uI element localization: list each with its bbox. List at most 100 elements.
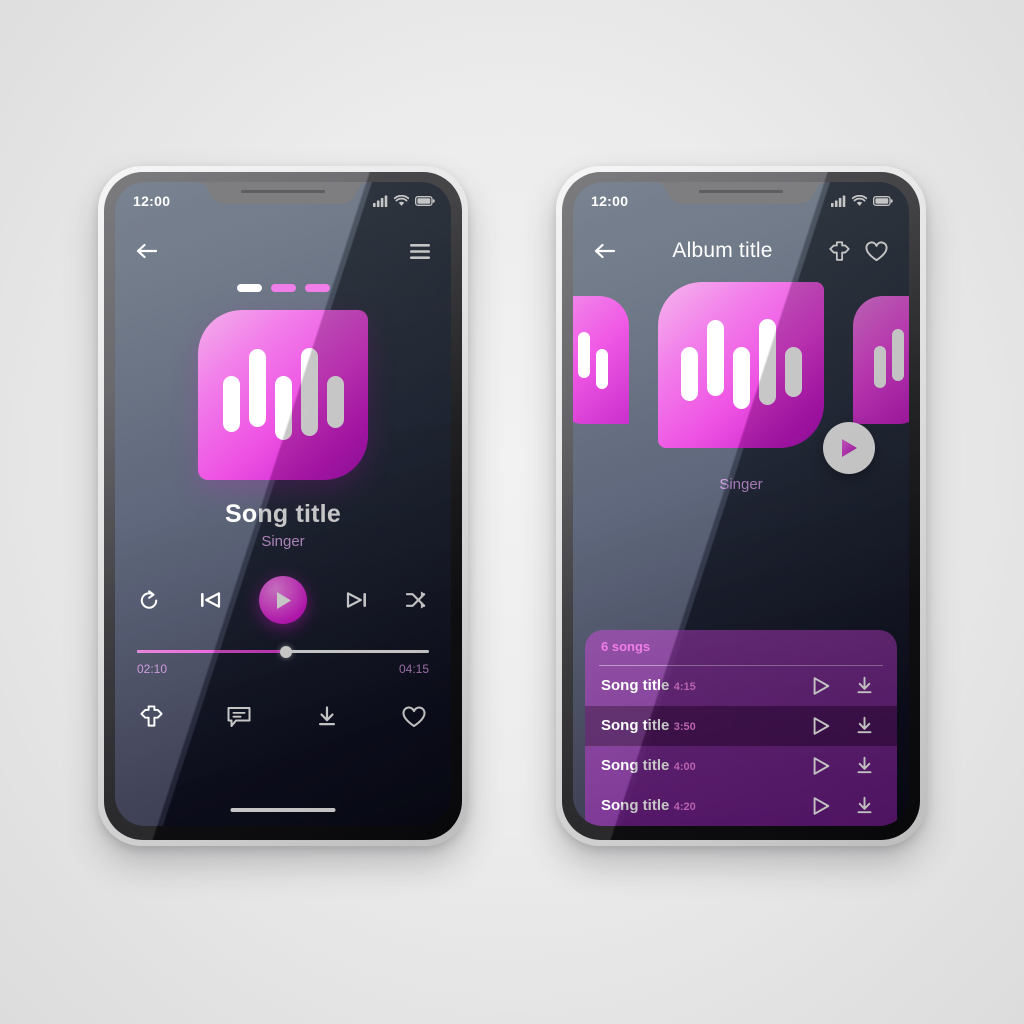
phone-mockup-album: 12:00 Album title Singer 6 songs Song ti… bbox=[556, 166, 926, 846]
pager-dot-1[interactable] bbox=[236, 284, 262, 292]
waveform-bar bbox=[222, 376, 240, 432]
play-fab-button[interactable] bbox=[823, 422, 875, 474]
poster-canvas: 12:00 Song title Singer 02:10 04:15 12:0… bbox=[0, 0, 1024, 1024]
waveform-bar bbox=[680, 347, 698, 401]
waveform-bar bbox=[732, 347, 750, 409]
play-outline-icon[interactable] bbox=[810, 795, 832, 817]
table-row[interactable]: Song title 4:00 bbox=[585, 746, 897, 786]
pager-dots bbox=[115, 284, 451, 292]
hamburger-menu-icon[interactable] bbox=[409, 243, 431, 260]
progress-fill bbox=[137, 650, 286, 653]
next-button[interactable] bbox=[343, 589, 369, 611]
progress-times: 02:10 04:15 bbox=[137, 662, 429, 676]
artwork-wrap bbox=[115, 310, 451, 480]
progress-track[interactable] bbox=[137, 645, 429, 658]
waveform-bar bbox=[596, 349, 608, 389]
previous-button[interactable] bbox=[198, 589, 224, 611]
download-icon[interactable] bbox=[854, 795, 875, 817]
play-outline-icon[interactable] bbox=[810, 715, 832, 737]
app-bar bbox=[115, 216, 451, 270]
pager-dot-2[interactable] bbox=[270, 284, 296, 292]
phone-screen: 12:00 bbox=[115, 182, 451, 826]
phone-bezel: 12:00 bbox=[562, 172, 920, 840]
notch bbox=[196, 182, 370, 204]
album-artwork[interactable] bbox=[198, 310, 368, 480]
waveform-bar bbox=[784, 347, 802, 397]
signal-icon bbox=[373, 195, 388, 207]
transport-controls bbox=[115, 576, 451, 624]
status-clock: 12:00 bbox=[591, 193, 629, 209]
play-button[interactable] bbox=[259, 576, 307, 624]
song-duration: 4:00 bbox=[673, 761, 696, 773]
song-count-label: 6 songs bbox=[601, 639, 651, 654]
waveform-bar bbox=[758, 319, 776, 405]
waveform-bar bbox=[326, 376, 344, 428]
status-icons bbox=[831, 195, 893, 207]
row-actions bbox=[810, 755, 883, 777]
elapsed-time: 02:10 bbox=[137, 662, 168, 676]
play-outline-icon[interactable] bbox=[810, 675, 832, 697]
song-meta: Song title 4:00 bbox=[601, 757, 800, 775]
singer-name: Singer bbox=[719, 476, 763, 493]
page-title: Album title bbox=[672, 239, 773, 262]
speaker-grille bbox=[241, 190, 325, 193]
phone-screen: 12:00 bbox=[573, 182, 909, 826]
status-clock: 12:00 bbox=[133, 193, 171, 209]
download-icon[interactable] bbox=[854, 755, 875, 777]
phone-mockup-now-playing: 12:00 Song title Singer 02:10 04:15 bbox=[98, 166, 468, 846]
play-outline-icon[interactable] bbox=[810, 755, 832, 777]
plus-cross-icon[interactable] bbox=[828, 240, 851, 263]
waveform-bar bbox=[300, 348, 318, 436]
heart-icon[interactable] bbox=[864, 240, 889, 263]
carousel-next-artwork[interactable] bbox=[853, 296, 909, 424]
action-bar bbox=[115, 704, 451, 729]
song-duration: 4:20 bbox=[673, 801, 696, 813]
app-bar: Album title bbox=[573, 216, 909, 270]
signal-icon bbox=[831, 195, 846, 207]
song-list-header: 6 songs bbox=[585, 630, 897, 660]
add-button[interactable] bbox=[139, 704, 164, 729]
status-icons bbox=[373, 195, 435, 207]
row-actions bbox=[810, 795, 883, 817]
progress-knob bbox=[279, 645, 292, 658]
album-carousel bbox=[573, 282, 909, 474]
total-time: 04:15 bbox=[398, 662, 429, 676]
pager-dot-3[interactable] bbox=[304, 284, 330, 292]
download-icon[interactable] bbox=[854, 675, 875, 697]
progress-area: 02:10 04:15 bbox=[115, 645, 451, 676]
speaker-grille bbox=[699, 190, 783, 193]
shuffle-button[interactable] bbox=[404, 589, 429, 611]
table-row[interactable]: Song title 4:20 bbox=[585, 786, 897, 826]
app-bar-actions bbox=[828, 240, 889, 263]
wifi-icon bbox=[852, 195, 867, 207]
notch bbox=[654, 182, 828, 204]
waveform-bars bbox=[573, 296, 629, 424]
singer-name: Singer bbox=[261, 533, 305, 550]
table-row[interactable]: Song title 4:15 bbox=[585, 666, 897, 706]
song-title: Song title bbox=[601, 677, 670, 694]
song-title: Song title bbox=[601, 717, 670, 734]
carousel-previous-artwork[interactable] bbox=[573, 296, 629, 424]
waveform-bars bbox=[853, 296, 909, 424]
waveform-bar bbox=[706, 320, 724, 396]
song-duration: 3:50 bbox=[673, 721, 696, 733]
back-arrow-icon[interactable] bbox=[135, 241, 159, 261]
download-button[interactable] bbox=[315, 705, 339, 729]
song-meta: Song title 4:15 bbox=[601, 677, 800, 695]
waveform-bar bbox=[274, 376, 292, 440]
song-title: Song title bbox=[601, 757, 670, 774]
waveform-bar bbox=[248, 349, 266, 427]
battery-icon bbox=[415, 195, 435, 207]
row-actions bbox=[810, 675, 883, 697]
back-arrow-icon[interactable] bbox=[593, 241, 617, 261]
favorite-button[interactable] bbox=[401, 705, 427, 729]
waveform-bar bbox=[892, 329, 904, 381]
waveform-bars bbox=[658, 282, 824, 448]
song-title: Song title bbox=[225, 500, 341, 528]
download-icon[interactable] bbox=[854, 715, 875, 737]
comment-button[interactable] bbox=[226, 705, 252, 729]
album-artwork[interactable] bbox=[658, 282, 824, 448]
repeat-button[interactable] bbox=[137, 588, 162, 613]
song-title: Song title bbox=[601, 797, 670, 814]
table-row[interactable]: Song title 3:50 bbox=[585, 706, 897, 746]
